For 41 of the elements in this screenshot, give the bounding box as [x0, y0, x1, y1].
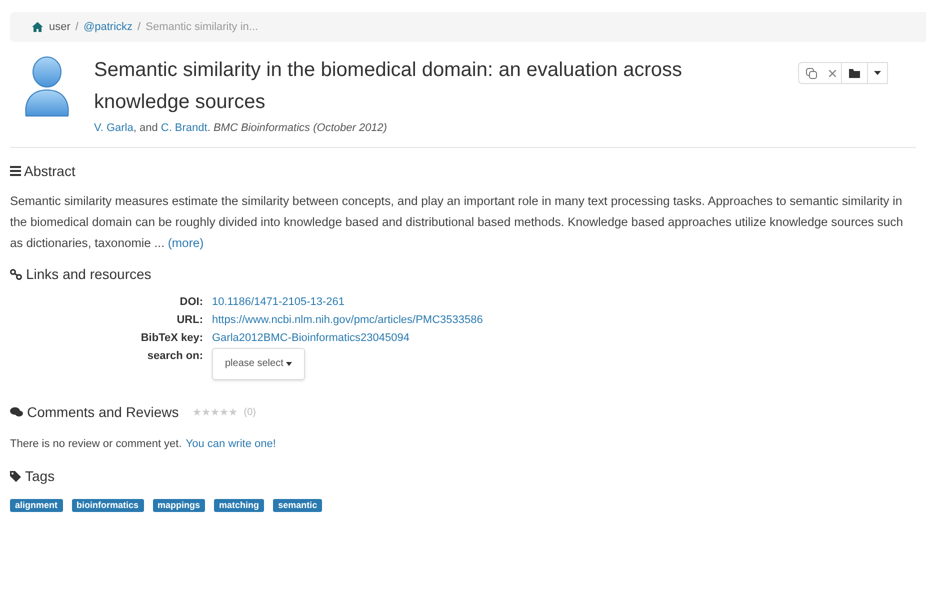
more-link[interactable]: (more)	[168, 236, 204, 250]
resource-link[interactable]: 10.1186/1471-2105-13-261	[212, 294, 926, 310]
author-link[interactable]: C. Brandt	[160, 120, 208, 136]
tag-label[interactable]: bioinformatics	[72, 499, 144, 512]
breadcrumb-link[interactable]: user	[49, 18, 70, 36]
breadcrumb-current: Semantic similarity in...	[146, 20, 258, 35]
section-heading: Tags	[25, 467, 55, 486]
write-review-link[interactable]: You can write one!	[186, 436, 276, 452]
link-icon	[10, 268, 22, 280]
resource-link[interactable]: https://www.ncbi.nlm.nih.gov/pmc/articles/PMC3533586	[212, 312, 926, 328]
field-label: BibTeX key:	[140, 330, 203, 346]
tag-label[interactable]: mappings	[152, 499, 206, 512]
tag-label[interactable]: matching	[214, 499, 264, 512]
journal-name: BMC Bioinformatics	[213, 121, 310, 136]
tag-label[interactable]: semantic	[273, 499, 322, 512]
post-title: Semantic similarity in the biomedical domain: an evaluation across knowledge sources	[94, 58, 684, 115]
tag-icon	[10, 471, 21, 482]
field-label: search on:	[146, 348, 203, 364]
publication-date: (October 2012)	[312, 121, 388, 136]
section-heading: Links and resources	[26, 264, 152, 284]
resource-link[interactable]: Garla2012BMC-Bioinformatics23045094	[212, 330, 926, 346]
breadcrumb-link[interactable]: @patrickz	[83, 18, 133, 36]
author-separator: .	[207, 121, 212, 136]
review-count: (0)	[244, 406, 256, 420]
abstract-text: Semantic similarity measures estimate the similarity between concepts, and play an important role in many text processing tasks. Approaches to semantic similarity in the biomedical domain can be roughly divided into knowledge based and distributional based methods. Knowledge based approaches utilize knowledge sources such as dictionaries, taxonomie ... (more)	[10, 192, 904, 252]
author-link[interactable]: V. Garla	[94, 120, 134, 136]
breadcrumb-separator: /	[75, 20, 78, 35]
comments-icon	[10, 407, 23, 417]
user-avatar-icon	[22, 56, 72, 118]
tag-label[interactable]: alignment	[10, 499, 63, 512]
caret-icon	[286, 362, 292, 366]
section-heading: Abstract	[24, 162, 76, 180]
author-separator: , and	[133, 121, 159, 136]
field-label: URL:	[176, 312, 203, 328]
no-comments-text: There is no review or comment yet.	[10, 436, 182, 452]
list-icon	[10, 166, 21, 176]
section-heading: Comments and Reviews	[27, 402, 179, 422]
home-icon[interactable]	[32, 22, 43, 32]
field-label: DOI:	[178, 294, 203, 310]
search-dropdown[interactable]: please select	[212, 348, 306, 380]
breadcrumb-separator: /	[138, 20, 141, 35]
